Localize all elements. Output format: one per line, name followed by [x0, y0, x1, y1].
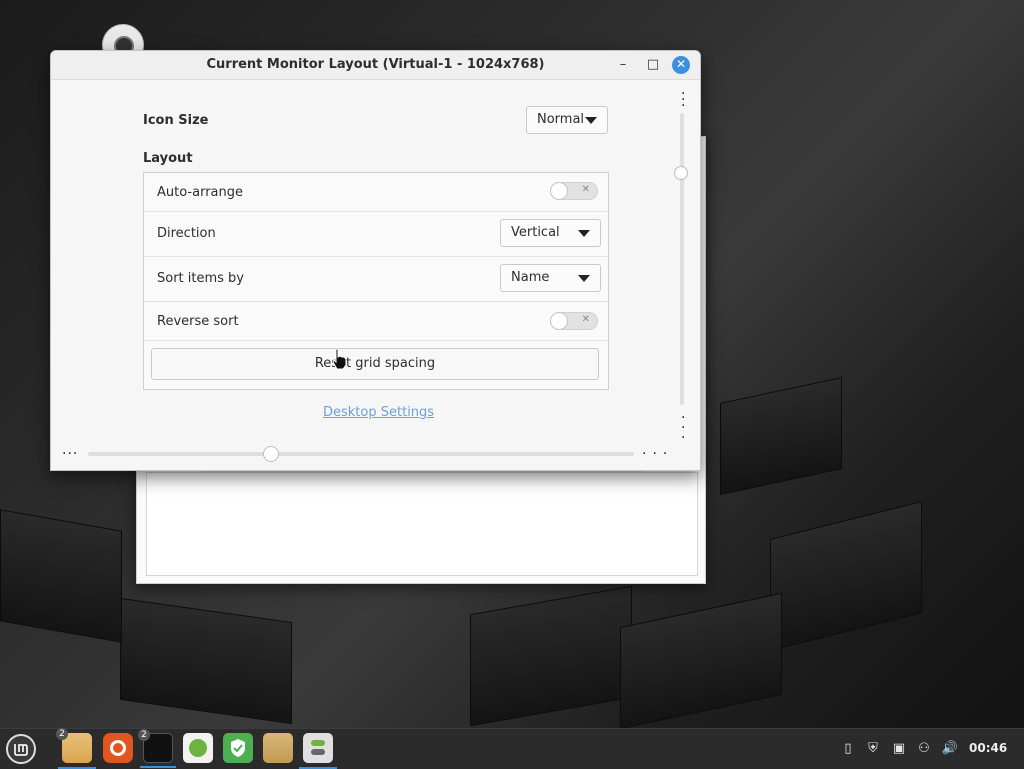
- reverse-sort-row: Reverse sort ✕: [144, 302, 608, 341]
- shield-icon: [231, 739, 245, 757]
- hscroll-right-dots-icon: ···: [642, 446, 674, 462]
- close-button[interactable]: ✕: [672, 56, 690, 74]
- update-manager-shield-icon[interactable]: [223, 733, 253, 763]
- sort-value: Name: [511, 270, 550, 285]
- notification-icon[interactable]: ▯: [839, 740, 857, 758]
- terminal-window-count: 2: [138, 729, 150, 741]
- volume-icon[interactable]: 🔊: [941, 740, 959, 758]
- desktop-settings-link[interactable]: Desktop Settings: [323, 405, 434, 420]
- icon-size-dropdown[interactable]: Normal: [526, 106, 608, 134]
- hand-cursor-icon: [332, 348, 347, 370]
- auto-arrange-row: Auto-arrange ✕: [144, 173, 608, 212]
- direction-row: Direction Vertical: [144, 212, 608, 257]
- vertical-scroll-thumb[interactable]: [674, 166, 688, 180]
- wallpaper-tile: [470, 585, 632, 727]
- firefox-globe: [110, 740, 126, 756]
- wallpaper-tile: [620, 592, 782, 730]
- grid-circle: [189, 739, 207, 757]
- horizontal-scrollbar[interactable]: [88, 452, 634, 456]
- sort-row: Sort items by Name: [144, 257, 608, 302]
- dropdown-arrow-icon: [585, 117, 597, 124]
- minimize-button[interactable]: –: [613, 55, 633, 75]
- maximize-button[interactable]: □: [643, 55, 663, 75]
- auto-arrange-label: Auto-arrange: [157, 185, 243, 200]
- sort-label: Sort items by: [157, 271, 245, 286]
- mint-logo-icon: [14, 744, 28, 756]
- vertical-scrollbar[interactable]: [680, 113, 684, 405]
- wallpaper-tile: [0, 509, 122, 643]
- horizontal-scroll-thumb[interactable]: [263, 446, 279, 462]
- layout-heading: Layout: [143, 151, 193, 166]
- layout-panel: Auto-arrange ✕ Direction Vertical Sort i…: [143, 172, 609, 390]
- hscroll-left-dots-icon: ···: [62, 446, 79, 462]
- wallpaper-tile: [720, 377, 842, 495]
- network-icon[interactable]: ⚇: [915, 740, 933, 758]
- files-app-icon[interactable]: 2: [56, 728, 96, 769]
- keyboard-layout-icon[interactable]: ▣: [890, 740, 908, 758]
- reset-grid-spacing-button[interactable]: Reset grid spacing: [151, 348, 599, 380]
- toggle-on-bar: [311, 740, 325, 746]
- update-shield-tray-icon[interactable]: ⛨: [864, 740, 882, 758]
- title-bar[interactable]: Current Monitor Layout (Virtual-1 - 1024…: [51, 51, 700, 80]
- settings-toggle-icon[interactable]: [299, 733, 337, 769]
- files-window-count: 2: [56, 728, 68, 740]
- auto-arrange-switch[interactable]: ✕: [550, 182, 598, 200]
- app-grid-icon[interactable]: [183, 733, 213, 763]
- monitor-layout-dialog: Current Monitor Layout (Virtual-1 - 1024…: [50, 50, 701, 471]
- reverse-sort-switch[interactable]: ✕: [550, 312, 598, 330]
- vscroll-top-dots-icon: · · ·: [681, 86, 687, 114]
- dropdown-arrow-icon: [578, 230, 590, 237]
- icon-size-label: Icon Size: [143, 113, 209, 128]
- dropdown-arrow-icon: [578, 275, 590, 282]
- switch-off-icon: ✕: [581, 314, 590, 325]
- direction-label: Direction: [157, 226, 216, 241]
- switch-knob: [550, 182, 568, 200]
- window-title: Current Monitor Layout (Virtual-1 - 1024…: [206, 57, 545, 72]
- direction-value: Vertical: [511, 225, 560, 240]
- vscroll-bottom-dots-icon: · · ·: [681, 410, 687, 446]
- wallpaper-tile: [770, 501, 922, 651]
- mint-menu-icon[interactable]: [6, 734, 36, 764]
- terminal-icon[interactable]: 2: [138, 729, 176, 768]
- clock[interactable]: 00:46: [969, 741, 1007, 755]
- folder-icon[interactable]: [263, 733, 293, 763]
- sort-dropdown[interactable]: Name: [500, 264, 601, 292]
- switch-knob: [550, 312, 568, 330]
- firefox-icon[interactable]: [103, 733, 133, 763]
- wallpaper-tile: [120, 597, 292, 725]
- background-window-pane: [146, 472, 698, 576]
- switch-off-icon: ✕: [581, 184, 590, 195]
- toggle-off-bar: [311, 749, 325, 755]
- taskbar: 2 2 ▯ ⛨ ▣ ⚇ 🔊 00:46: [0, 728, 1024, 769]
- icon-size-value: Normal: [537, 112, 585, 127]
- reverse-sort-label: Reverse sort: [157, 314, 239, 329]
- direction-dropdown[interactable]: Vertical: [500, 219, 601, 247]
